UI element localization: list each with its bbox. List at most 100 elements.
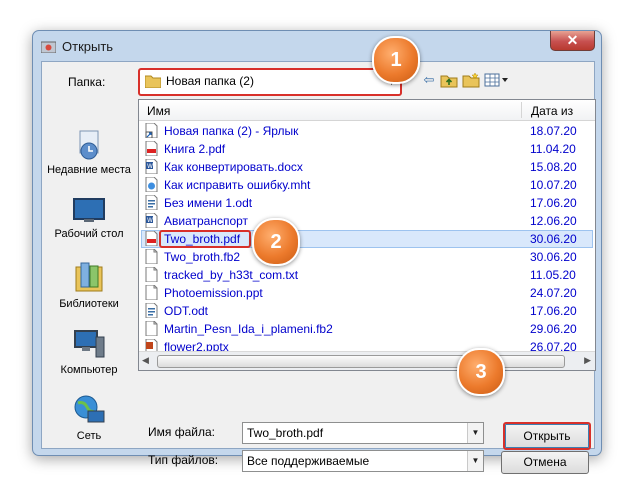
odt-icon — [145, 195, 158, 210]
filetype-select[interactable]: Все поддерживаемые ▼ — [242, 450, 484, 472]
new-folder-icon[interactable] — [462, 72, 480, 88]
file-date: 18.07.20 — [530, 124, 577, 138]
file-name: Как конвертировать.docx — [164, 160, 303, 174]
table-row[interactable]: W Как конвертировать.docx 15.08.20 — [139, 158, 595, 176]
file-date: 30.06.20 — [530, 250, 577, 264]
pdf-icon — [145, 231, 158, 246]
recent-places-icon — [79, 130, 99, 160]
place-computer[interactable]: Компьютер — [46, 327, 132, 377]
window-title: Открыть — [62, 39, 114, 54]
file-name: Новая папка (2) - Ярлык — [164, 124, 299, 138]
file-date: 15.08.20 — [530, 160, 577, 174]
file-date: 10.07.20 — [530, 178, 577, 192]
table-row[interactable]: W Авиатранспорт 12.06.20 — [139, 212, 595, 230]
filetype-value: Все поддерживаемые — [247, 454, 370, 468]
open-file-dialog: Открыть ✕ Папка: Новая папка (2) ▼ ⇦ — [32, 30, 602, 474]
folder-name: Новая папка (2) — [166, 74, 254, 88]
file-name: tracked_by_h33t_com.txt — [164, 268, 299, 282]
file-name: Как исправить ошибку.mht — [164, 178, 311, 192]
table-row[interactable]: tracked_by_h33t_com.txt 11.05.20 — [139, 266, 595, 284]
folder-label: Папка: — [68, 75, 106, 89]
file-date: 17.06.20 — [530, 196, 577, 210]
place-network[interactable]: Сеть — [46, 393, 132, 443]
table-row[interactable]: ODT.odt 17.06.20 — [139, 302, 595, 320]
table-row-selected[interactable]: Two_broth.pdf 30.06.20 — [139, 230, 595, 248]
place-label: Сеть — [76, 430, 102, 442]
table-row[interactable]: Новая папка (2) - Ярлык 18.07.20 — [139, 122, 595, 140]
place-label: Компьютер — [60, 364, 118, 376]
file-name: Two_broth.fb2 — [164, 250, 241, 264]
file-date: 17.06.20 — [530, 304, 577, 318]
file-icon — [145, 285, 158, 300]
horizontal-scrollbar[interactable]: ◀ ▶ — [139, 351, 595, 370]
filename-label: Имя файла: — [148, 425, 215, 439]
file-icon — [145, 321, 158, 336]
filename-field[interactable]: Two_broth.pdf ▼ — [242, 422, 484, 444]
word-icon: W — [145, 159, 158, 174]
app-icon — [41, 41, 56, 53]
file-date: 12.06.20 — [530, 214, 577, 228]
file-icon — [145, 267, 158, 282]
highlight-frame — [159, 230, 251, 248]
libraries-icon — [75, 262, 103, 292]
folder-combo[interactable]: Новая папка (2) ▼ — [138, 68, 402, 96]
file-name: Авиатранспорт — [164, 214, 249, 228]
shortcut-icon — [145, 123, 158, 138]
file-name: ODT.odt — [164, 304, 209, 318]
svg-text:W: W — [147, 163, 153, 170]
table-row[interactable]: Как исправить ошибку.mht 10.07.20 — [139, 176, 595, 194]
table-row[interactable]: Two_broth.fb2 30.06.20 — [139, 248, 595, 266]
title-bar[interactable]: Открыть ✕ — [33, 31, 601, 61]
filetype-label: Тип файлов: — [148, 453, 219, 467]
place-recent[interactable]: Недавние места — [46, 129, 132, 177]
file-icon — [145, 249, 158, 264]
word-icon: W — [145, 213, 158, 228]
table-row[interactable]: Без имени 1.odt 17.06.20 — [139, 194, 595, 212]
table-row[interactable]: Книга 2.pdf 11.04.20 — [139, 140, 595, 158]
file-date: 11.05.20 — [530, 268, 576, 282]
column-header-date[interactable]: Дата из — [531, 104, 573, 118]
svg-text:W: W — [147, 217, 153, 224]
column-header-name[interactable]: Имя — [147, 104, 170, 118]
file-date: 29.06.20 — [530, 322, 577, 336]
up-folder-icon[interactable] — [440, 72, 458, 88]
file-name: Книга 2.pdf — [164, 142, 226, 156]
scroll-left-icon[interactable]: ◀ — [142, 355, 149, 366]
file-name: Martin_Pesn_Ida_i_plameni.fb2 — [164, 322, 333, 336]
step-badge-3: 3 — [457, 348, 505, 396]
table-row[interactable]: Photoemission.ppt 24.07.20 — [139, 284, 595, 302]
filename-value: Two_broth.pdf — [247, 426, 324, 440]
dialog-body: Папка: Новая папка (2) ▼ ⇦ — [41, 61, 596, 474]
open-button[interactable]: Открыть — [503, 422, 591, 450]
table-row[interactable]: Martin_Pesn_Ida_i_plameni.fb2 29.06.20 — [139, 320, 595, 338]
step-badge-1: 1 — [372, 36, 420, 84]
desktop-icon — [73, 198, 105, 222]
back-arrow-icon[interactable]: ⇦ — [420, 72, 438, 88]
file-date: 11.04.20 — [530, 142, 576, 156]
network-icon — [74, 395, 105, 423]
file-date: 24.07.20 — [530, 286, 577, 300]
file-name: Photoemission.ppt — [164, 286, 263, 300]
file-list[interactable]: Имя Дата из Новая папка (2) - Ярлык 18.07… — [138, 99, 596, 371]
list-header: Имя Дата из — [139, 100, 595, 121]
places-bar: Недавние места Рабочий стол Библиотеки К… — [46, 99, 132, 443]
file-name: Без имени 1.odt — [164, 196, 253, 210]
pdf-icon — [145, 141, 158, 156]
place-label: Рабочий стол — [54, 228, 124, 240]
computer-icon — [74, 330, 105, 358]
cancel-button[interactable]: Отмена — [501, 451, 589, 474]
folder-icon — [145, 75, 161, 88]
mht-icon — [145, 177, 158, 192]
column-separator[interactable] — [521, 102, 522, 118]
chevron-down-icon[interactable]: ▼ — [467, 423, 483, 443]
place-desktop[interactable]: Рабочий стол — [46, 197, 132, 241]
odt-icon — [145, 303, 158, 318]
step-badge-2: 2 — [252, 218, 300, 266]
chevron-down-icon[interactable]: ▼ — [467, 451, 483, 471]
close-button[interactable]: ✕ — [550, 31, 595, 51]
place-label: Недавние места — [47, 164, 131, 176]
place-libraries[interactable]: Библиотеки — [46, 261, 132, 311]
scroll-right-icon[interactable]: ▶ — [584, 355, 591, 366]
file-date: 30.06.20 — [530, 232, 577, 246]
view-menu-icon[interactable] — [484, 72, 510, 88]
